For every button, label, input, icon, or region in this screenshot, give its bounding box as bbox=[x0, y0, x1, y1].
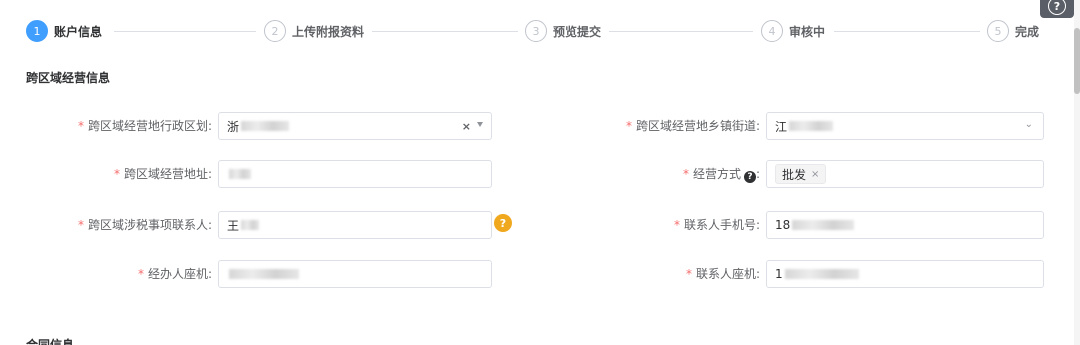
required-mark: * bbox=[113, 167, 120, 181]
redacted-text bbox=[229, 269, 299, 279]
required-mark: * bbox=[77, 218, 84, 232]
redacted-text bbox=[792, 220, 855, 230]
step-4: 4 审核中 bbox=[761, 19, 825, 43]
section-title-cross-region: 跨区域经营信息 bbox=[26, 71, 111, 85]
step-connector bbox=[114, 31, 256, 32]
step-label: 预览提交 bbox=[553, 24, 602, 39]
contact-mobile-input[interactable]: 18 bbox=[766, 211, 1044, 239]
field-label: * 跨区域经营地乡镇街道: bbox=[626, 112, 766, 140]
field-label-text: 联系人座机: bbox=[695, 267, 760, 281]
field-label: * 联系人座机: bbox=[686, 260, 766, 288]
step-number: 1 bbox=[26, 20, 48, 42]
section-title-contract: 合同信息 bbox=[26, 338, 75, 345]
step-number: 4 bbox=[761, 20, 783, 42]
handler-landline-input[interactable] bbox=[218, 260, 492, 288]
step-connector bbox=[372, 31, 518, 32]
step-label: 审核中 bbox=[789, 24, 826, 39]
required-mark: * bbox=[685, 267, 692, 281]
step-1: 1 账户信息 bbox=[26, 19, 102, 43]
business-mode-field: * 经营方式?: 批发 × bbox=[683, 160, 1044, 188]
field-label-text: 经营方式 bbox=[692, 167, 741, 181]
step-5: 5 完成 bbox=[987, 19, 1039, 43]
field-label-text: 跨区域经营地址: bbox=[123, 167, 212, 181]
input-value: 1 bbox=[775, 267, 783, 281]
contact-landline-field: * 联系人座机: 1 bbox=[686, 260, 1044, 288]
street-field: * 跨区域经营地乡镇街道: 江 ⌄ bbox=[626, 112, 1044, 140]
step-number: 5 bbox=[987, 20, 1009, 42]
redacted-text bbox=[229, 169, 251, 179]
label-colon: : bbox=[755, 167, 760, 181]
question-icon[interactable]: ? bbox=[494, 214, 512, 232]
address-field: * 跨区域经营地址: bbox=[114, 160, 492, 188]
chevron-down-icon[interactable]: ⌄ bbox=[1025, 119, 1033, 130]
step-label: 上传附报资料 bbox=[292, 24, 365, 39]
step-3: 3 预览提交 bbox=[525, 19, 601, 43]
redacted-text bbox=[789, 121, 834, 131]
field-label-text: 联系人手机号: bbox=[683, 218, 760, 232]
help-button[interactable]: ? bbox=[1040, 0, 1074, 18]
field-label: * 跨区域经营地行政区划: bbox=[78, 112, 218, 140]
street-select[interactable]: 江 ⌄ bbox=[766, 112, 1044, 140]
step-2: 2 上传附报资料 bbox=[264, 19, 364, 43]
step-connector bbox=[609, 31, 753, 32]
contact-landline-input[interactable]: 1 bbox=[766, 260, 1044, 288]
redacted-text bbox=[784, 269, 859, 279]
field-label: * 经营方式?: bbox=[683, 160, 766, 188]
field-label: * 跨区域涉税事项联系人: bbox=[78, 211, 218, 239]
field-label: * 经办人座机: bbox=[138, 260, 218, 288]
progress-steps: 1 账户信息 2 上传附报资料 3 预览提交 4 审核中 5 完成 bbox=[26, 19, 1040, 43]
redacted-text bbox=[241, 121, 290, 131]
redacted-text bbox=[241, 220, 260, 230]
scrollbar-thumb[interactable] bbox=[1074, 28, 1080, 94]
step-connector bbox=[834, 31, 980, 32]
tag-close-icon[interactable]: × bbox=[811, 169, 819, 180]
step-label: 完成 bbox=[1015, 24, 1040, 39]
business-mode-select[interactable]: 批发 × bbox=[766, 160, 1044, 188]
clear-icon[interactable]: × bbox=[462, 120, 471, 133]
step-number: 3 bbox=[525, 20, 547, 42]
selected-tag: 批发 × bbox=[775, 164, 827, 184]
address-input[interactable] bbox=[218, 160, 492, 188]
step-label: 账户信息 bbox=[54, 24, 103, 39]
admin-region-select[interactable]: 浙 × bbox=[218, 112, 492, 140]
field-label-text: 跨区域涉税事项联系人: bbox=[87, 218, 212, 232]
select-value: 浙 bbox=[227, 119, 240, 134]
field-label-text: 跨区域经营地行政区划: bbox=[87, 119, 212, 133]
required-mark: * bbox=[137, 267, 144, 281]
field-label-text: 经办人座机: bbox=[147, 267, 212, 281]
field-label-text: 跨区域经营地乡镇街道: bbox=[635, 119, 760, 133]
input-value: 18 bbox=[775, 218, 791, 232]
question-icon[interactable]: ? bbox=[743, 171, 756, 183]
tax-contact-input[interactable]: 王 bbox=[218, 211, 492, 239]
tax-contact-field: * 跨区域涉税事项联系人: 王 ? bbox=[78, 211, 512, 239]
select-value: 江 bbox=[775, 119, 788, 134]
scrollbar[interactable] bbox=[1074, 0, 1080, 345]
required-mark: * bbox=[673, 218, 680, 232]
handler-landline-field: * 经办人座机: bbox=[138, 260, 492, 288]
caret-down-icon[interactable] bbox=[477, 122, 483, 127]
field-label: * 联系人手机号: bbox=[674, 211, 766, 239]
question-icon: ? bbox=[1048, 0, 1066, 15]
field-label: * 跨区域经营地址: bbox=[114, 160, 218, 188]
input-value: 王 bbox=[227, 218, 240, 233]
contact-mobile-field: * 联系人手机号: 18 bbox=[674, 211, 1044, 239]
admin-region-field: * 跨区域经营地行政区划: 浙 × bbox=[78, 112, 492, 140]
required-mark: * bbox=[625, 119, 632, 133]
step-number: 2 bbox=[264, 20, 286, 42]
required-mark: * bbox=[682, 167, 689, 181]
tag-label: 批发 bbox=[782, 167, 807, 182]
required-mark: * bbox=[77, 119, 84, 133]
